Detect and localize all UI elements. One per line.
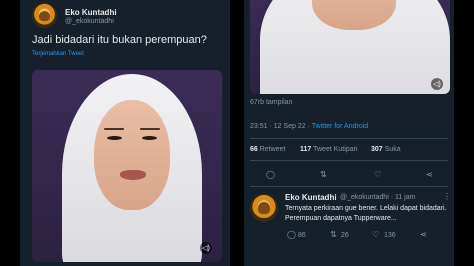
reply-text: Ternyata perkiraan gue bener. Lelaki dap…: [285, 205, 447, 222]
divider: [250, 186, 448, 187]
left-eye: [107, 136, 122, 140]
like-stat[interactable]: 307 Suka: [371, 146, 401, 153]
share-icon[interactable]: ⋖: [426, 170, 433, 179]
author-avatar[interactable]: [32, 3, 57, 28]
quote-label: Tweet Kutipan: [311, 146, 358, 153]
retweet-count: 66: [250, 146, 258, 153]
reply-like-icon[interactable]: ♡: [372, 230, 379, 239]
divider: [250, 160, 448, 161]
reply-retweet-icon[interactable]: ⇅: [330, 230, 337, 239]
author-handle[interactable]: @_ekokuntadhi: [65, 18, 114, 25]
right-screenshot: ◁) 67rb tampilan 23:51 · 12 Sep 22 · Twi…: [244, 0, 454, 266]
tweet-timestamp: 23:51 · 12 Sep 22 · Twitter for Android: [250, 123, 368, 130]
mute-icon[interactable]: ◁): [431, 78, 443, 90]
reply-reply-count: 86: [298, 232, 306, 239]
divider: [250, 138, 448, 139]
retweet-stat[interactable]: 66 Retweet: [250, 146, 285, 153]
tweet-text: Jadi bidadari itu bukan perempuan?: [32, 34, 207, 46]
like-count: 307: [371, 146, 383, 153]
reply-reply-icon[interactable]: ◯: [287, 230, 296, 239]
tweet-source-link[interactable]: Twitter for Android: [312, 123, 368, 130]
reply-retweet-count: 26: [341, 232, 349, 239]
retweet-icon[interactable]: ⇅: [320, 170, 327, 179]
left-brow: [104, 128, 124, 130]
reply-icon[interactable]: ◯: [266, 170, 275, 179]
lips: [120, 170, 146, 180]
retweet-label: Retweet: [257, 146, 286, 153]
quote-count: 117: [300, 146, 312, 153]
like-label: Suka: [382, 146, 401, 153]
reply-author-name[interactable]: Eko Kuntadhi: [285, 193, 337, 202]
quote-stat[interactable]: 117 Tweet Kutipan: [300, 146, 357, 153]
left-screenshot: Eko Kuntadhi @_ekokuntadhi Jadi bidadari…: [20, 0, 230, 266]
face-shape: [94, 100, 170, 210]
right-brow: [140, 128, 160, 130]
translate-tweet-link[interactable]: Terjemahkan Tweet: [32, 51, 84, 57]
more-options-icon[interactable]: ⋮: [443, 192, 451, 201]
author-name[interactable]: Eko Kuntadhi: [65, 8, 117, 17]
reply-handle-time[interactable]: @_ekokuntadhi · 11 jam: [340, 194, 415, 201]
view-count: 67rb tampilan: [250, 99, 293, 106]
reply-share-icon[interactable]: ⋖: [420, 230, 427, 239]
reply-like-count: 136: [384, 232, 396, 239]
video-thumbnail-cropped[interactable]: ◁): [250, 0, 450, 94]
like-icon[interactable]: ♡: [374, 170, 381, 179]
tweet-time: 23:51 · 12 Sep 22 ·: [250, 123, 312, 130]
right-eye: [142, 136, 157, 140]
reply-author-avatar[interactable]: [250, 194, 278, 222]
mute-icon[interactable]: ◁): [200, 242, 212, 254]
video-thumbnail[interactable]: ◁): [32, 70, 222, 262]
